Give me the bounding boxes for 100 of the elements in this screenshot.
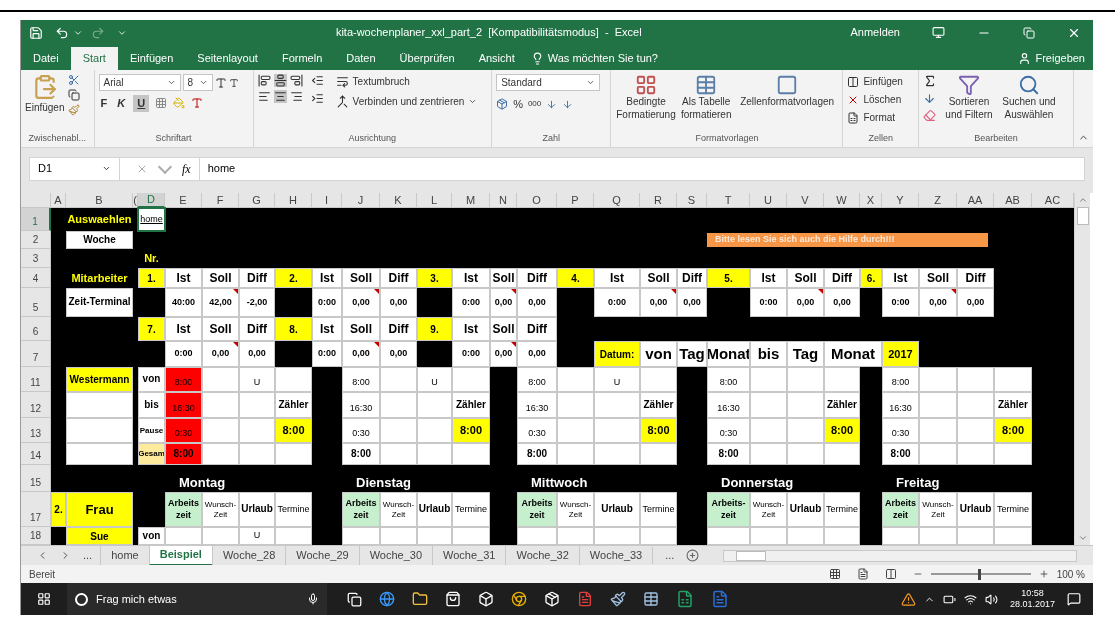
more-sheets-button[interactable]: ... bbox=[652, 547, 683, 564]
ribbon-tab[interactable]: Start bbox=[70, 47, 118, 70]
underline-button[interactable]: U bbox=[133, 95, 150, 112]
column-header[interactable]: R bbox=[640, 193, 677, 208]
save-icon[interactable] bbox=[29, 25, 43, 40]
restore-icon[interactable] bbox=[1023, 26, 1035, 39]
column-header[interactable]: M bbox=[452, 193, 490, 208]
ribbon-tab[interactable]: Seitenlayout bbox=[185, 47, 270, 70]
row-header[interactable]: 11 bbox=[21, 367, 51, 392]
shopping-bag-icon[interactable] bbox=[445, 591, 461, 607]
undo-icon[interactable] bbox=[55, 25, 69, 40]
browser-icon[interactable] bbox=[511, 591, 527, 607]
align-middle-icon[interactable] bbox=[273, 74, 287, 87]
column-header[interactable]: H bbox=[275, 193, 312, 208]
paste-button[interactable]: Einfügen bbox=[25, 100, 65, 115]
column-header[interactable]: AA bbox=[957, 193, 994, 208]
row-header[interactable]: 3 bbox=[21, 249, 51, 268]
name-box[interactable]: D1 bbox=[30, 157, 120, 180]
row-header[interactable]: 18 bbox=[21, 527, 51, 545]
zoom-in-icon[interactable] bbox=[1038, 569, 1049, 579]
zoom-slider[interactable] bbox=[930, 568, 1031, 580]
cell-styles-button[interactable]: Zellenformatvorlagen bbox=[735, 74, 839, 109]
notifications-icon[interactable] bbox=[1067, 592, 1081, 606]
ribbon-tab[interactable]: Daten bbox=[334, 47, 388, 70]
ribbon-tab[interactable]: Formeln bbox=[269, 47, 335, 70]
grow-font-icon[interactable] bbox=[214, 76, 227, 89]
align-center-icon[interactable] bbox=[273, 90, 287, 103]
hyperlink-cell[interactable]: home bbox=[138, 208, 165, 231]
clock-date[interactable]: 28.01.2017 bbox=[1009, 599, 1055, 611]
thousands-button[interactable]: 000 bbox=[527, 98, 542, 111]
share-button[interactable]: Freigeben bbox=[1035, 50, 1085, 67]
align-top-icon[interactable] bbox=[257, 74, 271, 87]
fill-color-icon[interactable] bbox=[173, 97, 186, 110]
scrollbar-thumb[interactable] bbox=[736, 550, 767, 561]
package-icon[interactable] bbox=[544, 591, 560, 607]
column-header[interactable]: U bbox=[750, 193, 787, 208]
sign-in-link[interactable]: Anmelden bbox=[850, 24, 900, 41]
number-format-field[interactable]: Standard bbox=[496, 74, 601, 91]
horizontal-scrollbar[interactable] bbox=[723, 549, 1077, 562]
column-header[interactable]: Y bbox=[882, 193, 919, 208]
column-header[interactable]: AB bbox=[994, 193, 1032, 208]
row-header[interactable]: 15 bbox=[21, 465, 51, 492]
spreadsheet-app-icon[interactable] bbox=[676, 590, 694, 608]
more-sheets-button[interactable]: ... bbox=[83, 547, 93, 564]
column-header[interactable]: X bbox=[860, 193, 882, 208]
merge-center-button[interactable]: Verbinden und zentrieren bbox=[335, 94, 478, 109]
add-sheet-icon[interactable] bbox=[686, 549, 700, 562]
column-header[interactable]: P bbox=[557, 193, 594, 208]
tell-me-field[interactable]: Was möchten Sie tun? bbox=[547, 50, 658, 67]
column-header[interactable]: V bbox=[787, 193, 824, 208]
row-header[interactable]: 7 bbox=[21, 341, 51, 367]
scissors-icon[interactable] bbox=[68, 74, 81, 86]
vertical-scrollbar[interactable] bbox=[1074, 193, 1090, 545]
format-as-table-button[interactable]: Als Tabelle formatieren bbox=[680, 74, 732, 121]
volume-icon[interactable] bbox=[984, 592, 998, 606]
ribbon-tab[interactable]: Überprüfen bbox=[387, 47, 467, 70]
folder-icon[interactable] bbox=[412, 591, 428, 607]
indent-increase-icon[interactable] bbox=[310, 92, 324, 105]
microphone-icon[interactable] bbox=[307, 593, 319, 605]
row-header[interactable]: 13 bbox=[21, 418, 51, 443]
copy-icon[interactable] bbox=[68, 89, 81, 101]
warning-icon[interactable] bbox=[900, 591, 916, 607]
task-view-icon[interactable] bbox=[347, 591, 362, 607]
paintbrush-icon[interactable] bbox=[68, 104, 81, 116]
eraser-icon[interactable] bbox=[922, 109, 936, 122]
wrap-text-button[interactable]: Textumbruch bbox=[335, 74, 478, 89]
column-header[interactable]: K bbox=[380, 193, 417, 208]
column-header[interactable]: E bbox=[165, 193, 202, 208]
align-bottom-icon[interactable] bbox=[289, 74, 303, 87]
column-header[interactable]: A bbox=[51, 193, 66, 208]
formula-field[interactable]: home bbox=[198, 157, 1084, 180]
row-header[interactable]: 1 bbox=[21, 208, 51, 231]
column-header[interactable]: J bbox=[342, 193, 380, 208]
sort-filter-button[interactable]: Sortieren und Filtern bbox=[940, 74, 997, 121]
borders-icon[interactable] bbox=[155, 97, 168, 110]
insert-cells-button[interactable]: Einfügen bbox=[847, 74, 903, 89]
paint-icon[interactable] bbox=[610, 591, 626, 607]
page-break-icon[interactable] bbox=[884, 568, 897, 580]
ribbon-tab[interactable]: Ansicht bbox=[466, 47, 527, 70]
percent-button[interactable]: % bbox=[513, 96, 523, 113]
sheet-tab[interactable]: Beispiel bbox=[148, 545, 212, 566]
shrink-font-icon[interactable] bbox=[228, 77, 239, 88]
page-layout-icon[interactable] bbox=[856, 568, 869, 580]
row-header[interactable]: 14 bbox=[21, 443, 51, 465]
column-header[interactable]: Q bbox=[594, 193, 640, 208]
column-header[interactable]: Z bbox=[919, 193, 957, 208]
column-header[interactable]: W bbox=[824, 193, 860, 208]
ribbon-tab[interactable]: Einfügen bbox=[117, 47, 186, 70]
zoom-thumb[interactable] bbox=[977, 568, 981, 580]
column-header[interactable]: G bbox=[239, 193, 275, 208]
column-header[interactable]: L bbox=[417, 193, 452, 208]
ribbon-tab[interactable]: Datei bbox=[21, 47, 71, 70]
column-header[interactable]: T bbox=[707, 193, 750, 208]
zoom-level[interactable]: 100 % bbox=[1056, 566, 1085, 582]
find-select-button[interactable]: Suchen und Auswählen bbox=[1000, 74, 1057, 121]
column-header[interactable]: I bbox=[312, 193, 342, 208]
indent-decrease-icon[interactable] bbox=[310, 74, 324, 87]
align-right-icon[interactable] bbox=[289, 90, 303, 103]
column-header[interactable]: B bbox=[66, 193, 133, 208]
ribbon-display-icon[interactable] bbox=[932, 26, 945, 39]
